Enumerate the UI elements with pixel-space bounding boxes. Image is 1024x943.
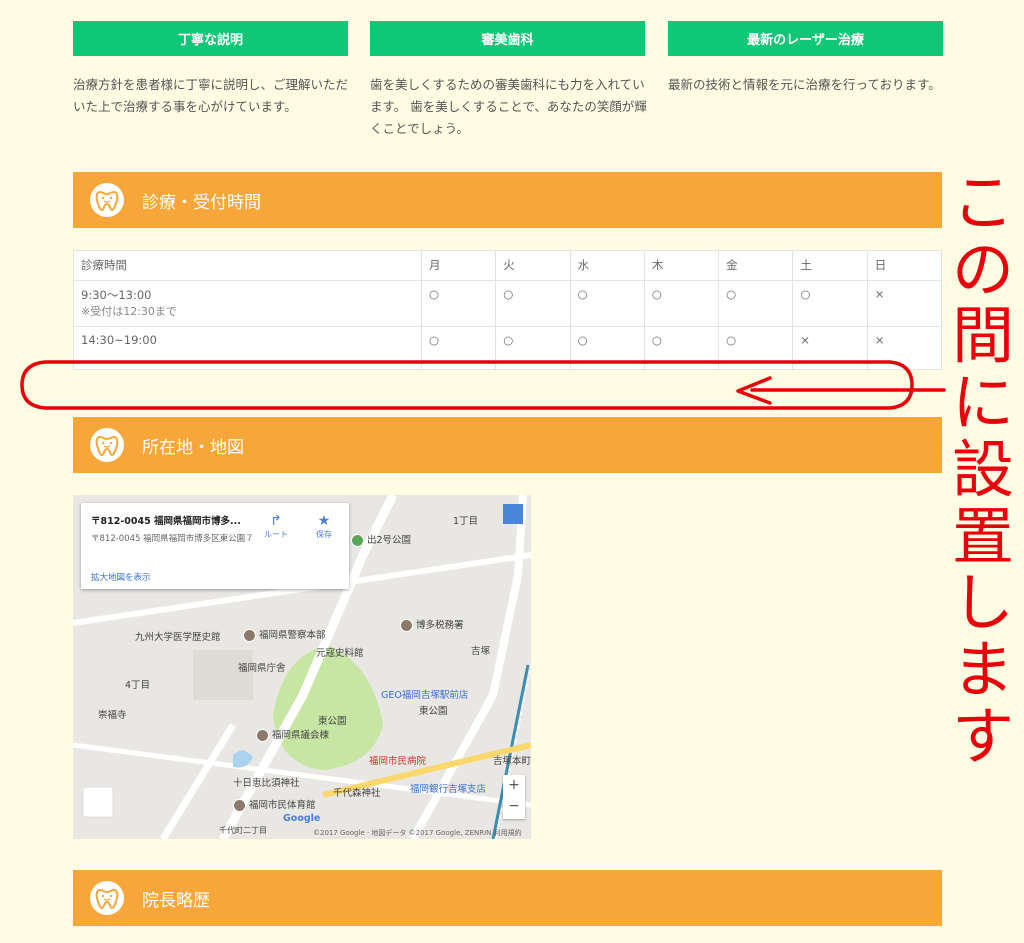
map-label: 千代森神社: [333, 788, 381, 799]
map-label: 福岡県議会棟: [256, 727, 329, 742]
zoom-in-button[interactable]: +: [503, 775, 525, 796]
map-label: 4丁目: [125, 680, 151, 691]
route-label: ルート: [264, 530, 288, 539]
map-label: 東公園: [419, 706, 448, 717]
tooth-icon: [90, 428, 124, 462]
map-label: 福岡県警察本部: [243, 627, 326, 642]
zoom-out-button[interactable]: −: [503, 796, 525, 817]
star-icon: ★: [317, 513, 331, 529]
route-button[interactable]: ↱ ルート: [259, 513, 293, 540]
annotation-text: この間に設置します: [951, 166, 1014, 773]
map-label: 1丁目: [453, 516, 479, 527]
map-label: 吉塚本町: [493, 756, 531, 767]
map-label: 吉塚: [471, 646, 491, 657]
map-label: GEO福岡吉塚駅前店: [381, 690, 469, 701]
section-header-profile: 院長略歴: [73, 870, 942, 926]
map-label: 崇福寺: [98, 710, 127, 721]
pegman-icon[interactable]: [503, 504, 523, 524]
map-info-card: 〒812-0045 福岡県福岡市博多... 〒812-0045 福岡県福岡市博多…: [81, 503, 349, 589]
enlarge-map-link[interactable]: 拡大地図を表示: [91, 571, 151, 583]
map-label: 福岡市民病院: [369, 756, 427, 767]
map-copyright: ©2017 Google · 地図データ ©2017 Google, ZENRI…: [313, 829, 522, 837]
route-icon: ↱: [270, 513, 282, 529]
section-title: 院長略歴: [142, 890, 210, 911]
map-label: 元寇史料館: [316, 648, 364, 659]
section-header-location: 所在地・地図: [73, 417, 942, 473]
map-label: 千代町二丁目: [219, 826, 267, 835]
map-card-title: 〒812-0045 福岡県福岡市博多...: [91, 516, 241, 527]
map-label: 東公園: [318, 716, 347, 727]
map-label: 博多税務署: [400, 617, 464, 632]
section-title: 所在地・地図: [142, 437, 244, 458]
save-label: 保存: [316, 530, 332, 539]
map-label: 九州大学医学歴史館: [135, 632, 221, 643]
map-label: 福岡銀行吉塚支店: [410, 784, 487, 795]
map-label: 福岡県庁舎: [238, 663, 286, 674]
google-logo: Google: [283, 813, 321, 824]
tooth-icon: [90, 881, 124, 915]
save-button[interactable]: ★ 保存: [307, 513, 341, 540]
map-card-address: 〒812-0045 福岡県福岡市博多区東公園７: [91, 534, 254, 544]
map-label: 出2号公園: [351, 532, 411, 547]
annotation-box: [20, 360, 914, 410]
embedded-map[interactable]: 〒812-0045 福岡県福岡市博多... 〒812-0045 福岡県福岡市博多…: [73, 495, 531, 839]
map-label: 十日恵比須神社: [233, 778, 300, 789]
map-label: 福岡市民体育館: [233, 797, 316, 812]
zoom-control: + −: [503, 775, 525, 819]
